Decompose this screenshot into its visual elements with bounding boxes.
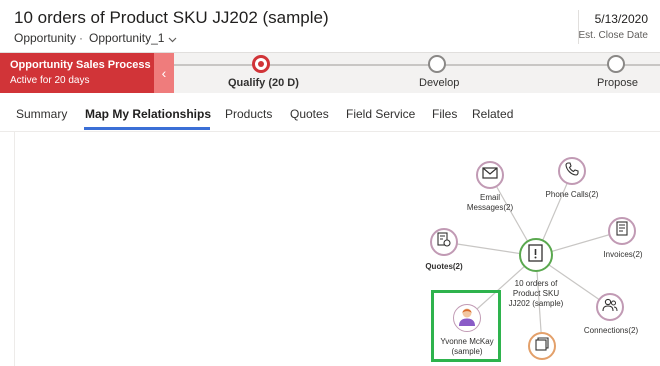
node-phone-calls[interactable] [558,157,586,185]
node-center-label: 10 orders of Product SKU JJ202 (sample) [500,279,572,309]
separator-dot: · [79,31,84,45]
record-header: 10 orders of Product SKU JJ202 (sample) … [0,0,660,52]
invoice-icon [616,221,628,241]
label-line: Messages(2) [466,203,514,212]
stage-develop-label[interactable]: Develop [419,77,459,89]
close-date-field: 5/13/2020 Est. Close Date [579,12,648,41]
node-connections[interactable] [596,293,624,321]
process-age: Active for 20 days [10,75,90,86]
document-alert-icon [528,243,544,267]
node-invoices[interactable] [608,217,636,245]
stage-qualify-label[interactable]: Qualify (20 D) [228,77,299,89]
tab-quotes[interactable]: Quotes [290,107,329,121]
close-date-value: 5/13/2020 [594,12,648,26]
node-connections-label: Connections(2) [583,326,639,335]
node-email-label: Email Messages(2) [466,193,514,213]
stage-propose-dot[interactable] [607,55,625,73]
tab-related[interactable]: Related [472,107,513,121]
node-center-record[interactable] [519,238,553,272]
node-quotes[interactable] [430,228,458,256]
form-tabs: Summary Map My Relationships Products Qu… [0,93,660,132]
chevron-left-icon: ‹ [161,65,167,81]
stage-connector-line [174,64,660,66]
stage-qualify-dot[interactable] [252,55,270,73]
stage-develop-dot[interactable] [428,55,446,73]
phone-icon [565,161,579,181]
form-selector[interactable]: Opportunity_1 [89,31,177,45]
tab-files[interactable]: Files [432,107,457,121]
node-email[interactable] [476,161,504,189]
node-quotes-label: Quotes(2) [425,262,463,271]
quote-icon [437,232,451,252]
process-name: Opportunity Sales Process [10,59,151,71]
active-tab-indicator [84,127,210,130]
node-other[interactable] [528,332,556,360]
node-phone-label: Phone Calls(2) [545,190,599,199]
record-subtitle: Opportunity · Opportunity_1 [14,31,177,46]
relationship-map-canvas[interactable]: Email Messages(2) Phone Calls(2) Invoices… [0,132,660,366]
chevron-down-icon [168,32,177,46]
stage-propose-label[interactable]: Propose [597,77,638,89]
collapse-process-button[interactable]: ‹ [154,53,174,93]
label-line: Email [479,193,500,202]
tab-map-my-relationships[interactable]: Map My Relationships [85,107,211,121]
people-icon [602,298,618,317]
label-line: JJ202 (sample) [508,299,564,308]
label-line: 10 orders of [514,279,558,288]
selection-highlight [431,290,501,362]
tab-products[interactable]: Products [225,107,272,121]
business-process-flow: Opportunity Sales Process Active for 20 … [0,52,660,93]
process-flyout-button[interactable]: Opportunity Sales Process Active for 20 … [0,53,154,93]
envelope-icon [482,166,498,184]
canvas-left-border [14,132,15,366]
record-title: 10 orders of Product SKU JJ202 (sample) [14,8,329,27]
close-date-label: Est. Close Date [578,30,648,41]
folder-icon [535,336,549,356]
entity-name: Opportunity [14,31,77,45]
node-invoices-label: Invoices(2) [603,250,643,259]
tab-summary[interactable]: Summary [16,107,67,121]
tab-field-service[interactable]: Field Service [346,107,415,121]
label-line: Product SKU [512,289,560,298]
form-name: Opportunity_1 [89,31,165,45]
